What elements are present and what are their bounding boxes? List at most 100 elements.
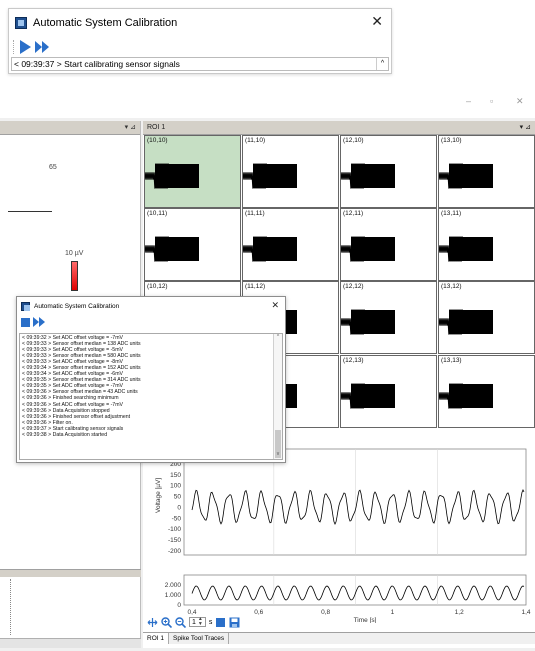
- play-icon[interactable]: [20, 40, 31, 54]
- electrode-cell[interactable]: (12,12): [340, 281, 437, 354]
- left-panel-header: ▾ ⊿: [0, 121, 140, 135]
- x-tick-label: 0,8: [321, 609, 330, 616]
- maximize-button[interactable]: ▫: [490, 96, 493, 106]
- dialog-title: Automatic System Calibration: [33, 17, 178, 29]
- y-tick-label: 0: [177, 504, 181, 511]
- save-icon[interactable]: [229, 617, 240, 628]
- electrode-cell[interactable]: (11,10): [242, 135, 339, 208]
- scroll-up-button[interactable]: ^: [274, 334, 282, 342]
- electrode-label: (13,11): [441, 210, 462, 217]
- spin-arrows-icon[interactable]: ▲ ▼: [198, 617, 203, 627]
- electrode-cell[interactable]: (13,12): [438, 281, 535, 354]
- waveform-thumbnail: [341, 383, 395, 409]
- dialog-title: Automatic System Calibration: [34, 302, 120, 310]
- roi-panel-title: ROI 1: [147, 124, 166, 131]
- electrode-label: (10,12): [147, 283, 168, 290]
- calibration-dialog: Automatic System Calibration ✕ < 09:39:3…: [16, 296, 286, 463]
- dialog-titlebar: Automatic System Calibration ✕: [9, 9, 391, 37]
- electrode-label: (10,11): [147, 210, 168, 217]
- panel-pin-icon[interactable]: ▾ ⊿: [125, 124, 136, 131]
- spin-unit: s: [208, 618, 213, 626]
- waveform-thumbnail: [439, 309, 493, 335]
- trace-frame: [183, 448, 527, 556]
- y2-tick-label: 0: [177, 602, 181, 609]
- view-tabs: ROI 1 Spike Tool Traces: [143, 632, 535, 644]
- electrode-cell[interactable]: (10,11): [144, 208, 241, 281]
- scale-line: [8, 211, 52, 212]
- electrode-label: (10,10): [147, 137, 168, 144]
- scroll-down-button[interactable]: v: [274, 451, 282, 459]
- electrode-label: (11,11): [245, 210, 265, 217]
- left-panel-statusbar: [0, 638, 141, 648]
- electrode-cell[interactable]: (12,13): [340, 355, 437, 428]
- scale-bar: [71, 261, 78, 291]
- left-subpanel-header: [0, 569, 141, 577]
- toolbar-grip[interactable]: [13, 40, 16, 54]
- electrode-cell[interactable]: (13,13): [438, 355, 535, 428]
- log-scrollbar[interactable]: ^ v: [273, 334, 282, 459]
- dialog-toolbar: [9, 37, 391, 57]
- log-line: < 09:39:38 > Data Acquisition started: [22, 431, 108, 438]
- dialog-toolbar: [17, 315, 285, 329]
- log-output[interactable]: < 09:39:37 > Start calibrating sensor si…: [11, 57, 389, 71]
- waveform-thumbnail: [145, 163, 199, 189]
- y-tick-label: 150: [170, 472, 181, 479]
- spin-value: 1: [192, 618, 196, 626]
- time-window-spinbox[interactable]: 1 ▲ ▼: [189, 617, 206, 627]
- electrode-label: (12,13): [343, 357, 364, 364]
- electrode-label: (13,13): [441, 357, 462, 364]
- electrode-cell[interactable]: (12,11): [340, 208, 437, 281]
- minimize-button[interactable]: –: [466, 96, 471, 106]
- scale-bar-label: 10 µV: [65, 250, 84, 257]
- close-button[interactable]: ✕: [371, 13, 383, 30]
- fit-icon[interactable]: [147, 617, 158, 628]
- waveform-thumbnail: [341, 236, 395, 262]
- y-tick-label: -100: [168, 526, 181, 533]
- electrode-label: (12,12): [343, 283, 364, 290]
- panel-pin-icon[interactable]: ▾ ⊿: [520, 121, 531, 134]
- x-tick-label: 1,2: [455, 609, 464, 616]
- waveform-thumbnail: [341, 163, 395, 189]
- zoom-in-icon[interactable]: [161, 616, 173, 628]
- y2-tick-label: 2.000: [165, 582, 182, 589]
- waveform-thumbnail: [145, 236, 199, 262]
- log-output[interactable]: < 09:39:32 > Set ADC offset voltage = -7…: [19, 333, 283, 460]
- dialog-titlebar: Automatic System Calibration ✕: [17, 297, 285, 315]
- zoom-out-icon[interactable]: [175, 616, 187, 628]
- y-tick-label: -200: [168, 548, 181, 555]
- electrode-cell[interactable]: (13,10): [438, 135, 535, 208]
- electrode-cell[interactable]: (10,10): [144, 135, 241, 208]
- scroll-up-button[interactable]: ^: [376, 58, 388, 70]
- electrode-cell[interactable]: (13,11): [438, 208, 535, 281]
- stop-icon[interactable]: [215, 617, 226, 628]
- close-button[interactable]: ✕: [271, 300, 279, 311]
- electrode-label: (13,12): [441, 283, 462, 290]
- y-axis-title: Voltage [µV]: [155, 478, 162, 513]
- waveform-thumbnail: [439, 236, 493, 262]
- tab-spike-tool-traces[interactable]: Spike Tool Traces: [169, 633, 230, 644]
- waveform-thumbnail: [439, 383, 493, 409]
- electrode-label: (13,10): [441, 137, 462, 144]
- electrode-cell[interactable]: (11,11): [242, 208, 339, 281]
- sub-trace-frame: [183, 574, 527, 606]
- y-tick-label: -150: [168, 537, 181, 544]
- y-tick-label: 50: [174, 494, 182, 501]
- scale-top-label: 65: [49, 164, 57, 171]
- x-tick-label: 0,6: [254, 609, 263, 616]
- waveform-thumbnail: [439, 163, 493, 189]
- left-subpanel-grid: [0, 579, 11, 635]
- fast-forward-icon[interactable]: [35, 41, 49, 53]
- x-tick-label: 1: [391, 609, 395, 616]
- electrode-label: (11,12): [245, 283, 266, 290]
- tab-roi-1[interactable]: ROI 1: [143, 633, 169, 644]
- stop-icon[interactable]: [21, 317, 30, 327]
- window-close-button[interactable]: ✕: [516, 96, 524, 107]
- y-tick-label: -50: [172, 515, 182, 522]
- trace-plot[interactable]: 250200150100500-50-100-150-2002.0001.000…: [146, 443, 534, 624]
- electrode-cell[interactable]: (12,10): [340, 135, 437, 208]
- electrode-label: (11,10): [245, 137, 266, 144]
- calibration-dialog-top: Automatic System Calibration ✕ < 09:39:3…: [8, 8, 392, 74]
- waveform-thumbnail: [341, 309, 395, 335]
- log-line: < 09:39:37 > Start calibrating sensor si…: [14, 59, 180, 69]
- fast-forward-icon[interactable]: [33, 317, 45, 327]
